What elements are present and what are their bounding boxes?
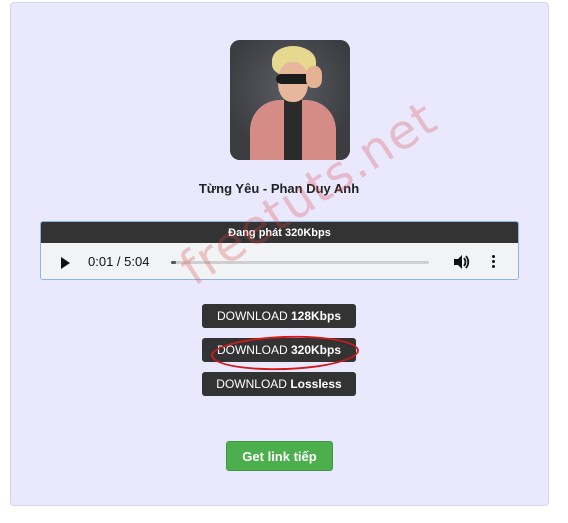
download-lossless-button[interactable]: DOWNLOAD Lossless (202, 372, 356, 396)
album-cover-image (230, 40, 350, 160)
download-320-button[interactable]: DOWNLOAD 320Kbps (202, 338, 356, 362)
get-link-button[interactable]: Get link tiếp (226, 441, 333, 471)
download-quality: Lossless (290, 377, 342, 391)
download-quality: 128Kbps (290, 309, 342, 323)
player-header: Đang phát 320Kbps (41, 222, 518, 243)
song-title: Từng Yêu - Phan Duy Anh (198, 181, 360, 196)
seek-bar[interactable] (171, 261, 429, 264)
seek-progress (171, 261, 177, 264)
audio-controls: 0:01 / 5:04 (41, 244, 518, 279)
volume-icon[interactable] (452, 253, 470, 271)
audio-player: Đang phát 320Kbps 0:01 / 5:04 (40, 221, 519, 280)
download-128-button[interactable]: DOWNLOAD 128Kbps (202, 304, 356, 328)
time-display: 0:01 / 5:04 (88, 254, 150, 269)
download-label: DOWNLOAD (216, 377, 291, 391)
download-label: DOWNLOAD (216, 343, 291, 357)
download-quality: 320Kbps (290, 343, 342, 357)
more-options-icon[interactable] (490, 253, 496, 271)
play-icon[interactable] (61, 257, 70, 269)
download-label: DOWNLOAD (216, 309, 291, 323)
